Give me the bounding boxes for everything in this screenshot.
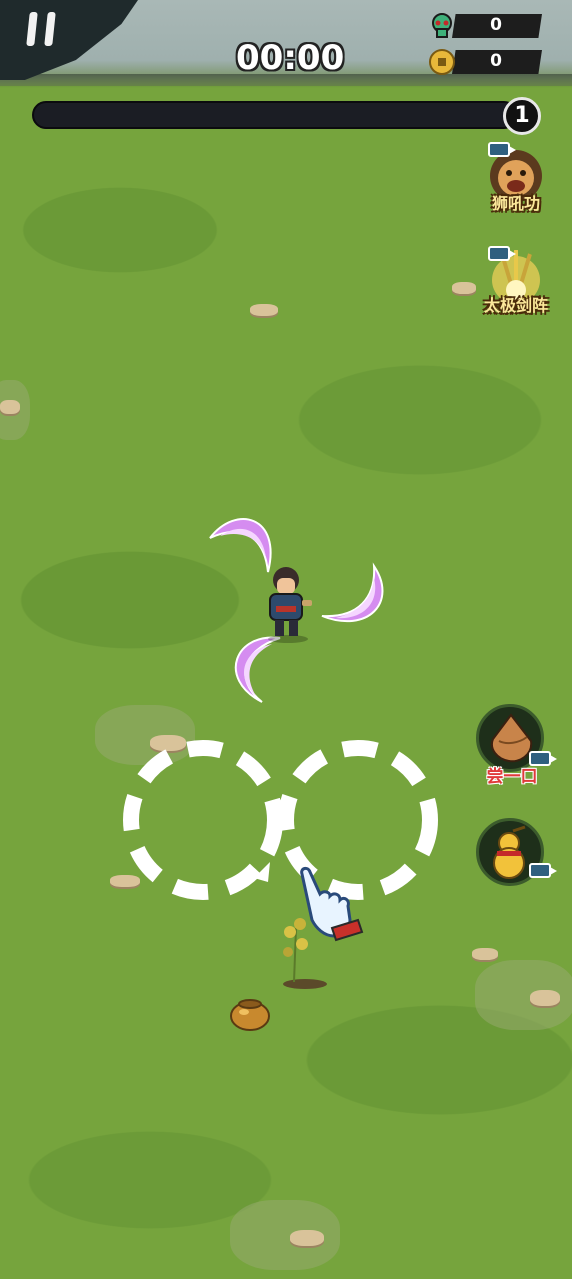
pause-button[interactable] [22,10,62,50]
coin-icon [429,49,455,75]
rock [530,990,560,1006]
tutorial-swipe-hint [123,740,438,900]
skill-label: 狮吼功 [491,194,540,213]
skill-label: 太极剑阵 [483,296,548,315]
kill-count: 0 [490,15,502,35]
treasure-pot[interactable] [228,992,272,1032]
item-label: 尝一口 [486,767,538,787]
kill-skull-icon [432,13,452,38]
level-badge: 1 [503,97,541,135]
rock [290,1230,324,1246]
rock [250,304,278,316]
video-ad-icon [488,142,516,157]
player-hero [268,567,312,643]
game-timer: 00:00 [236,38,345,78]
video-ad-icon [529,863,557,878]
experience-bar [32,101,518,129]
rock [472,948,498,960]
pause-icon [26,12,38,46]
video-ad-icon [488,246,516,261]
skill-roaring-lion[interactable]: 狮吼功 [478,140,554,220]
pointing-hand-icon [300,866,364,942]
item-gourd[interactable] [476,818,557,886]
rock [0,400,20,414]
pause-icon [44,12,56,46]
skill-taiji-sword-array[interactable]: 太极剑阵 [478,242,554,322]
coin-count: 0 [490,51,502,71]
crescent-blade [321,562,384,623]
